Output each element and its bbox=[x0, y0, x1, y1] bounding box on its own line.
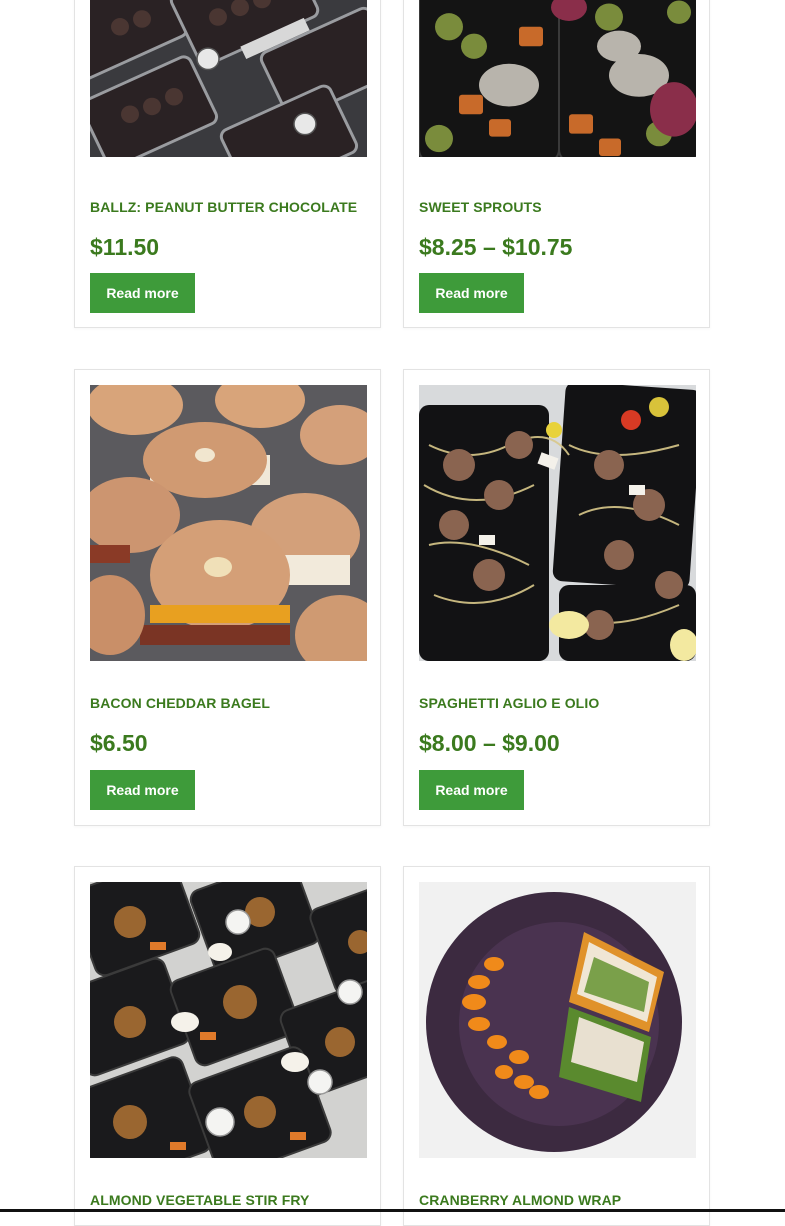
product-card: BACON CHEDDAR BAGEL $6.50 Read more bbox=[74, 369, 381, 826]
product-image[interactable] bbox=[90, 385, 367, 661]
product-image[interactable] bbox=[90, 0, 367, 157]
product-card: ALMOND VEGETABLE STIR FRY bbox=[74, 866, 381, 1226]
product-card: BALLZ: PEANUT BUTTER CHOCOLATE $11.50 Re… bbox=[74, 0, 381, 328]
product-title[interactable]: BACON CHEDDAR BAGEL bbox=[90, 695, 370, 711]
product-image[interactable] bbox=[419, 0, 696, 157]
product-card: SPAGHETTI AGLIO E OLIO $8.00 – $9.00 Rea… bbox=[403, 369, 710, 826]
product-price: $8.25 – $10.75 bbox=[419, 234, 573, 260]
product-title[interactable]: BALLZ: PEANUT BUTTER CHOCOLATE bbox=[90, 199, 370, 215]
product-card: CRANBERRY ALMOND WRAP bbox=[403, 866, 710, 1226]
product-price: $8.00 – $9.00 bbox=[419, 730, 560, 756]
read-more-button[interactable]: Read more bbox=[419, 273, 524, 313]
product-image[interactable] bbox=[90, 882, 367, 1158]
product-title[interactable]: SWEET SPROUTS bbox=[419, 199, 699, 215]
product-title[interactable]: CRANBERRY ALMOND WRAP bbox=[419, 1192, 699, 1208]
product-price: $11.50 bbox=[90, 234, 160, 260]
product-price: $6.50 bbox=[90, 730, 148, 756]
read-more-button[interactable]: Read more bbox=[90, 770, 195, 810]
read-more-button[interactable]: Read more bbox=[419, 770, 524, 810]
product-grid: BALLZ: PEANUT BUTTER CHOCOLATE $11.50 Re… bbox=[74, 0, 711, 1226]
product-title[interactable]: ALMOND VEGETABLE STIR FRY bbox=[90, 1192, 370, 1208]
read-more-button[interactable]: Read more bbox=[90, 273, 195, 313]
product-image[interactable] bbox=[419, 882, 696, 1158]
product-title[interactable]: SPAGHETTI AGLIO E OLIO bbox=[419, 695, 699, 711]
product-image[interactable] bbox=[419, 385, 696, 661]
product-card: SWEET SPROUTS $8.25 – $10.75 Read more bbox=[403, 0, 710, 328]
